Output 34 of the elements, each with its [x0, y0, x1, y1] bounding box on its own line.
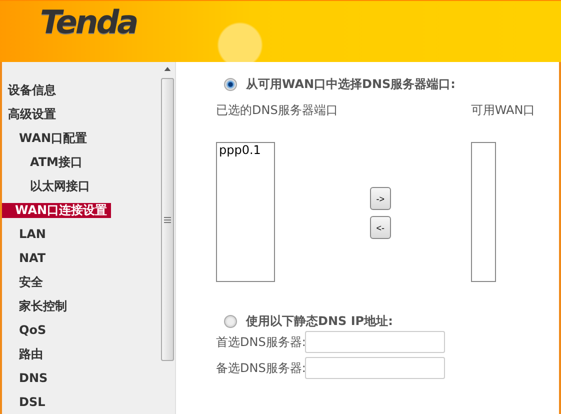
nav-item[interactable]: LAN	[2, 226, 50, 242]
nav-item[interactable]: WAN口配置	[2, 130, 92, 146]
radio-button[interactable]	[224, 314, 237, 328]
list-box[interactable]: ppp0.1	[216, 142, 275, 282]
scroll-thumb[interactable]	[161, 78, 174, 361]
list-box[interactable]	[470, 142, 496, 282]
option-label: 使用以下静态DNS IP地址:	[246, 312, 393, 330]
grip-icon	[164, 216, 171, 222]
nav-item[interactable]: 安全	[2, 274, 47, 290]
nav-item[interactable]: DSL	[2, 394, 50, 410]
nav-item[interactable]: 设备信息	[2, 82, 60, 98]
move-button[interactable]: ->	[370, 187, 391, 210]
field-label: 备选DNS服务器:	[216, 360, 305, 376]
nav-item[interactable]: QoS	[2, 322, 50, 338]
nav-item[interactable]: 家长控制	[2, 298, 71, 314]
input-field[interactable]	[305, 357, 445, 379]
nav-item[interactable]: 高级设置	[2, 106, 60, 122]
radio-button[interactable]	[224, 78, 237, 90]
field-label: 首选DNS服务器:	[216, 334, 305, 350]
nav-item[interactable]: NAT	[2, 250, 50, 266]
input-field[interactable]	[305, 331, 445, 353]
scroll-up-icon[interactable]	[164, 67, 171, 71]
nav-item[interactable]: WAN口连接设置	[2, 202, 112, 218]
logo: Tenda	[40, 3, 137, 41]
nav-item[interactable]: ATM接口	[2, 154, 86, 170]
option-label: 从可用WAN口中选择DNS服务器端口:	[246, 76, 456, 92]
scrollbar[interactable]	[160, 62, 176, 414]
nav-item[interactable]: DNS	[2, 370, 52, 386]
list-label: 已选的DNS服务器端口	[216, 102, 338, 118]
nav-item[interactable]: 以太网接口	[2, 178, 94, 194]
list-label: 可用WAN口	[470, 102, 536, 118]
move-button[interactable]: <-	[370, 216, 391, 239]
list-option[interactable]: ppp0.1	[217, 143, 274, 157]
nav-item[interactable]: 路由	[2, 346, 47, 362]
